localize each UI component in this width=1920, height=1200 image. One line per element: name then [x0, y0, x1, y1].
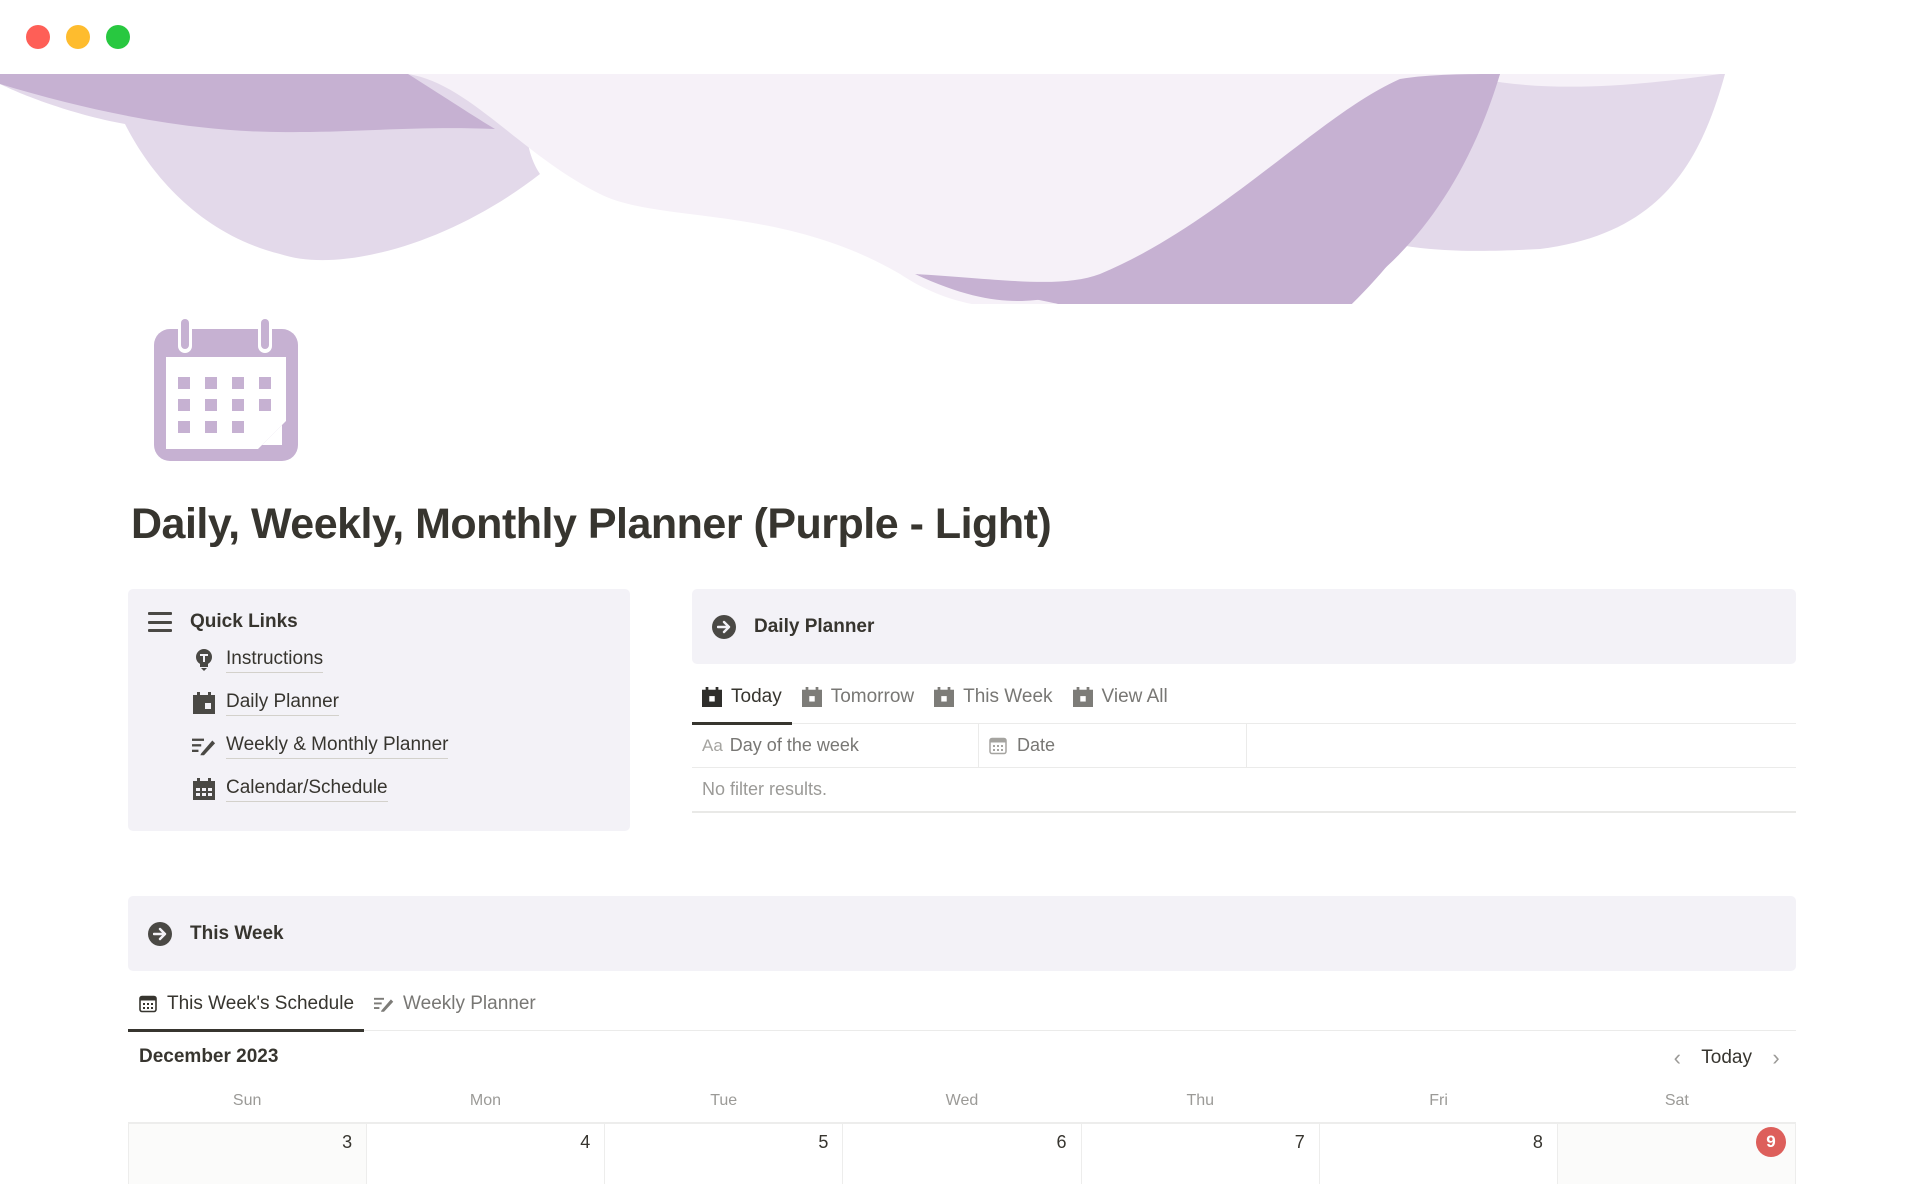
no-results-message: No filter results. — [692, 768, 1796, 813]
quick-link-label[interactable]: Weekly & Monthly Planner — [226, 733, 449, 759]
calendar-day-cell[interactable]: 8 — [1319, 1124, 1558, 1184]
calendar-day-icon — [934, 686, 955, 707]
day-header: Sun — [232, 1092, 262, 1109]
calendar-day-icon — [801, 686, 822, 707]
daily-planner-callout: Daily Planner — [692, 589, 1796, 664]
calendar-day-cell[interactable]: 7 — [1081, 1124, 1320, 1184]
calendar-month-label: December 2023 — [139, 1046, 279, 1067]
this-week-view-tabs: This Week's Schedule Weekly Planner — [128, 978, 1796, 1032]
quick-link-daily-planner[interactable]: Daily Planner — [192, 690, 339, 716]
today-button[interactable]: Today — [1701, 1047, 1752, 1069]
day-number: 3 — [342, 1132, 353, 1152]
column-header-empty — [1247, 724, 1796, 767]
tab-today[interactable]: Today — [692, 670, 792, 725]
page-title: Daily, Weekly, Monthly Planner (Purple -… — [131, 500, 1052, 548]
quick-link-weekly-monthly-planner[interactable]: Weekly & Monthly Planner — [192, 733, 449, 759]
tab-label: This Week — [963, 685, 1053, 707]
tab-label: Today — [731, 685, 782, 707]
tab-label: View All — [1101, 685, 1168, 707]
tab-label: This Week's Schedule — [167, 993, 355, 1014]
arrow-right-circle-icon — [712, 614, 736, 639]
text-property-icon: Aa — [702, 735, 723, 755]
calendar-grid-icon — [192, 777, 216, 801]
this-week-title: This Week — [190, 922, 284, 944]
day-header: Tue — [710, 1092, 738, 1109]
arrow-right-circle-icon — [148, 921, 172, 946]
tab-weekly-planner[interactable]: Weekly Planner — [364, 978, 546, 1030]
day-header: Wed — [945, 1092, 979, 1109]
today-date-badge: 9 — [1755, 1127, 1786, 1157]
close-window-button[interactable] — [26, 25, 50, 49]
tab-this-weeks-schedule[interactable]: This Week's Schedule — [128, 978, 365, 1032]
tab-view-all[interactable]: View All — [1063, 670, 1178, 723]
day-header: Thu — [1186, 1092, 1215, 1109]
day-number: 7 — [1294, 1132, 1305, 1152]
tab-label: Weekly Planner — [403, 993, 536, 1014]
calendar-day-icon — [1072, 686, 1093, 707]
banner-wave-dark-left — [0, 74, 495, 133]
week-calendar: Sun Mon Tue Wed Thu Fri Sat 3 4 5 6 7 8 9 — [128, 1088, 1796, 1184]
window-titlebar — [0, 0, 1920, 74]
calendar-day-cell[interactable]: 5 — [605, 1124, 844, 1184]
chevron-left-icon[interactable]: ‹ — [1667, 1044, 1687, 1072]
day-number: 8 — [1532, 1132, 1543, 1152]
day-number: 5 — [818, 1132, 829, 1152]
day-number: 6 — [1056, 1132, 1067, 1152]
quick-links-title: Quick Links — [190, 611, 298, 632]
quick-link-calendar-schedule[interactable]: Calendar/Schedule — [192, 776, 388, 802]
zoom-window-button[interactable] — [106, 25, 130, 49]
column-header-day-of-week[interactable]: Aa Day of the week — [692, 724, 979, 767]
quick-link-label[interactable]: Daily Planner — [226, 690, 339, 716]
cover-banner — [0, 74, 1725, 304]
calendar-icon[interactable] — [150, 315, 302, 465]
quick-links-callout: Quick Links Instructions Daily Planner W… — [128, 589, 630, 831]
edit-list-icon — [374, 994, 394, 1014]
lightbulb-icon — [192, 648, 216, 672]
tab-label: Tomorrow — [830, 685, 915, 707]
calendar-day-cell[interactable]: 9 — [1557, 1124, 1796, 1184]
quick-links-header: Quick Links — [148, 611, 298, 633]
menu-icon — [148, 612, 172, 632]
tab-tomorrow[interactable]: Tomorrow — [792, 670, 924, 723]
column-header-date[interactable]: Date — [979, 724, 1247, 767]
quick-link-instructions[interactable]: Instructions — [192, 647, 324, 673]
daily-planner-table: Aa Day of the week Date No filter result… — [692, 724, 1796, 813]
table-header-row: Aa Day of the week Date — [692, 724, 1796, 768]
tab-this-week[interactable]: This Week — [924, 670, 1062, 723]
calendar-small-icon — [138, 994, 158, 1014]
calendar-day-cell[interactable]: 6 — [843, 1124, 1082, 1184]
calendar-navigation: ‹ Today › — [1667, 1044, 1786, 1072]
quick-link-label[interactable]: Calendar/Schedule — [226, 776, 388, 802]
day-header: Sat — [1664, 1092, 1689, 1109]
calendar-day-icon — [702, 686, 722, 707]
calendar-day-icon — [192, 691, 216, 715]
daily-planner-view-tabs: Today Tomorrow This Week View All — [692, 670, 1796, 725]
calendar-day-headers: Sun Mon Tue Wed Thu Fri Sat — [128, 1088, 1796, 1122]
daily-planner-title: Daily Planner — [754, 615, 875, 637]
calendar-week-row: 3 4 5 6 7 8 9 — [128, 1122, 1796, 1184]
day-header: Mon — [469, 1092, 501, 1109]
minimize-window-button[interactable] — [66, 25, 90, 49]
calendar-day-cell[interactable]: 4 — [367, 1124, 606, 1184]
column-label: Date — [1017, 735, 1056, 755]
chevron-right-icon[interactable]: › — [1766, 1044, 1786, 1072]
edit-list-icon — [192, 734, 216, 758]
day-number: 4 — [580, 1132, 591, 1152]
quick-link-label[interactable]: Instructions — [226, 647, 324, 673]
calendar-day-cell[interactable]: 3 — [129, 1124, 368, 1184]
calendar-small-icon — [989, 737, 1007, 755]
day-header: Fri — [1429, 1092, 1448, 1109]
this-week-callout: This Week — [128, 896, 1796, 971]
column-label: Day of the week — [729, 735, 859, 755]
